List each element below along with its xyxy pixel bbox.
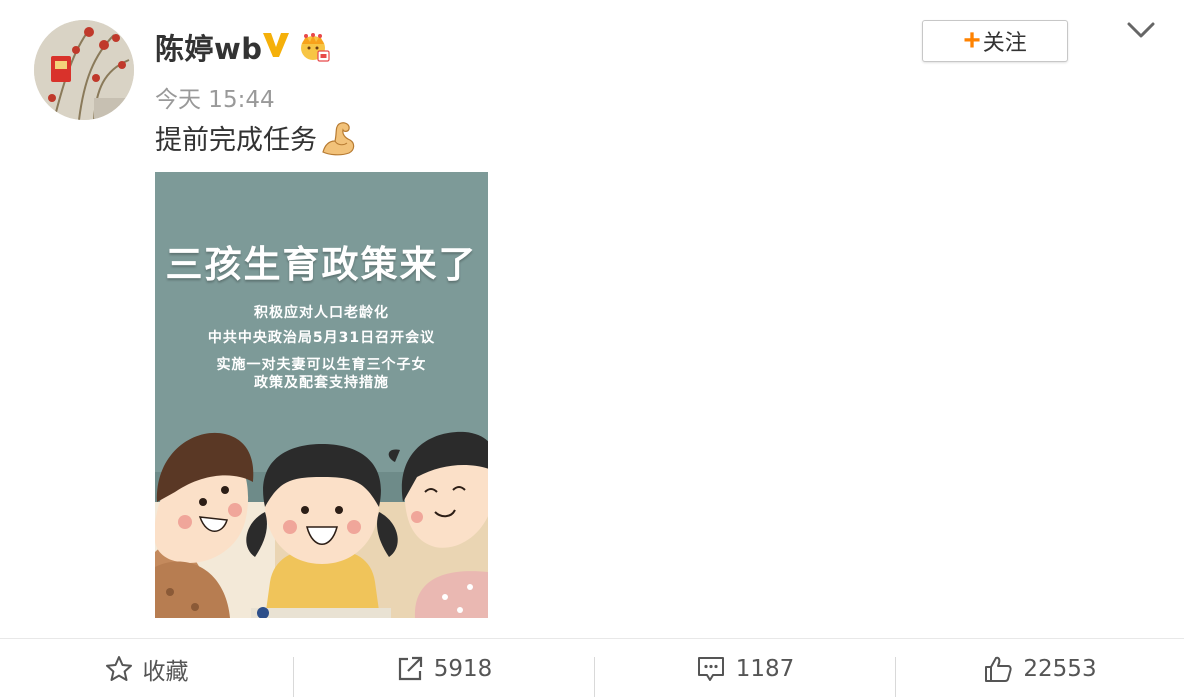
- verified-v-icon: [263, 33, 289, 57]
- comment-button[interactable]: 1187: [595, 639, 895, 698]
- post-image[interactable]: 三孩生育政策来了 积极应对人口老龄化 中共中央政治局5月31日召开会议 实施一对…: [155, 172, 488, 618]
- favorite-label: 收藏: [142, 658, 189, 685]
- username[interactable]: 陈婷wb: [155, 26, 263, 68]
- poster-line-4: 政策及配套支持措施: [254, 375, 389, 391]
- chevron-down-icon[interactable]: [1126, 18, 1156, 42]
- repost-button[interactable]: 5918: [294, 639, 594, 698]
- post-text: 提前完成任务: [155, 125, 317, 156]
- share-icon: [398, 656, 422, 680]
- avatar-image: [34, 20, 134, 120]
- avatar[interactable]: [34, 20, 134, 120]
- poster-title: 三孩生育政策来了: [165, 243, 478, 286]
- follow-button[interactable]: + 关注: [922, 20, 1068, 62]
- favorite-button[interactable]: 收藏: [0, 639, 293, 698]
- poster-line-3: 实施一对夫妻可以生育三个子女: [216, 357, 427, 373]
- post-timestamp[interactable]: 今天 15:44: [155, 80, 275, 114]
- repost-count: 5918: [433, 655, 493, 682]
- poster-line-2: 中共中央政治局5月31日召开会议: [207, 330, 436, 346]
- vip-crown-icon: [301, 33, 330, 62]
- comment-icon: [697, 656, 724, 681]
- poster-line-1: 积极应对人口老龄化: [254, 305, 389, 321]
- comment-count: 1187: [735, 655, 795, 682]
- action-bar: 收藏 5918 1187 22553: [0, 639, 1184, 698]
- thumbs-up-icon: [985, 656, 1013, 682]
- post-content: 提前完成任务: [155, 118, 357, 157]
- star-icon: [105, 655, 132, 681]
- like-count: 22553: [1023, 655, 1097, 682]
- like-button[interactable]: 22553: [896, 639, 1184, 698]
- follow-label: 关注: [982, 30, 1027, 55]
- plus-icon: +: [963, 24, 981, 57]
- flexed-biceps-icon: [322, 121, 355, 155]
